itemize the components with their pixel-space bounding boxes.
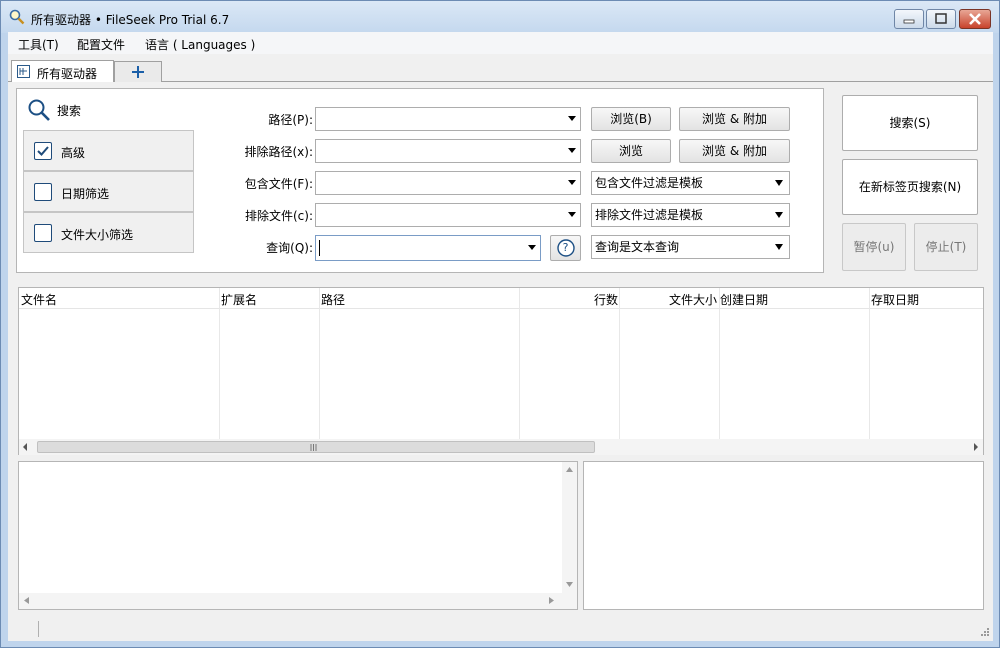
search-panel: 搜索 高级 日期筛选 文件大小筛选 路径(P): 排除路径(x): 包含文件(F… [16, 88, 824, 273]
col-path[interactable]: 路径 [321, 291, 345, 308]
browse-button[interactable]: 浏览 [591, 139, 671, 163]
chevron-down-icon[interactable] [528, 245, 536, 250]
date-filter-checkbox[interactable] [34, 183, 52, 201]
close-icon [969, 13, 981, 25]
side-search-label: 搜索 [57, 104, 82, 118]
exclude-path-label: 排除路径(x): [244, 145, 313, 159]
chevron-down-icon [775, 180, 783, 186]
minimize-icon [903, 19, 915, 24]
window-title: 所有驱动器 • FileSeek Pro Trial 6.7 [31, 13, 230, 27]
col-created[interactable]: 创建日期 [720, 291, 768, 308]
add-tab-button[interactable] [114, 61, 162, 82]
menu-profiles[interactable]: 配置文件 [77, 36, 125, 53]
search-button[interactable]: 搜索(S) [842, 95, 978, 151]
advanced-checkbox[interactable] [34, 142, 52, 160]
path-label: 路径(P): [268, 113, 313, 127]
col-filename[interactable]: 文件名 [21, 291, 57, 308]
grip-icon [310, 444, 317, 451]
results-header: 文件名 扩展名 路径 行数 文件大小 创建日期 存取日期 [19, 288, 983, 309]
vscrollbar[interactable] [562, 462, 577, 593]
exclude-files-label: 排除文件(c): [244, 209, 313, 223]
scroll-down-icon[interactable] [566, 582, 573, 587]
checkmark-icon [37, 146, 49, 156]
browse-add-button-2[interactable]: 浏览 & 附加 [679, 139, 790, 163]
hscrollbar[interactable] [19, 593, 577, 609]
exclude-mode-select[interactable]: 排除文件过滤是模板 [591, 203, 790, 227]
browse-b-button[interactable]: 浏览(B) [591, 107, 671, 131]
include-files-label: 包含文件(F): [244, 177, 313, 191]
title-bar[interactable]: 所有驱动器 • FileSeek Pro Trial 6.7 [1, 1, 999, 33]
preview-pane-right[interactable] [583, 461, 984, 610]
results-table[interactable]: 文件名 扩展名 路径 行数 文件大小 创建日期 存取日期 [18, 287, 984, 455]
drive-tab-icon [17, 65, 30, 78]
menu-bar: 工具(T) 配置文件 语言 ( Languages ) [8, 32, 993, 54]
maximize-icon [935, 13, 947, 24]
query-help-button[interactable]: ? [550, 235, 581, 261]
results-hscrollbar[interactable] [19, 439, 983, 455]
chevron-down-icon [775, 212, 783, 218]
close-button[interactable] [959, 9, 991, 29]
col-filesize[interactable]: 文件大小 [669, 291, 717, 308]
chevron-down-icon[interactable] [568, 212, 576, 217]
exclude-files-input[interactable] [315, 203, 581, 227]
scroll-left-icon[interactable] [24, 597, 29, 604]
tab-all-drives[interactable]: 所有驱动器 [11, 60, 114, 82]
search-icon [28, 99, 50, 121]
column-divider [619, 288, 620, 439]
menu-tools[interactable]: 工具(T) [18, 36, 59, 53]
tab-strip: 所有驱动器 [8, 56, 993, 82]
resize-grip-icon[interactable] [978, 627, 990, 639]
browse-add-button-1[interactable]: 浏览 & 附加 [679, 107, 790, 131]
chevron-down-icon[interactable] [568, 116, 576, 121]
help-label: ? [562, 241, 569, 254]
col-extension[interactable]: 扩展名 [221, 291, 257, 308]
magnifier-icon [9, 9, 25, 25]
size-filter-checkbox[interactable] [34, 224, 52, 242]
chevron-down-icon[interactable] [568, 180, 576, 185]
chevron-down-icon[interactable] [568, 148, 576, 153]
stop-button[interactable]: 停止(T) [914, 223, 978, 271]
side-tab-date-filter[interactable]: 日期筛选 [23, 171, 194, 212]
column-divider [219, 288, 220, 439]
scroll-right-icon[interactable] [973, 443, 979, 451]
menu-languages[interactable]: 语言 ( Languages ) [145, 36, 255, 53]
column-divider [719, 288, 720, 439]
side-tab-size-filter[interactable]: 文件大小筛选 [23, 212, 194, 253]
tab-label: 所有驱动器 [37, 67, 98, 81]
app-window: 所有驱动器 • FileSeek Pro Trial 6.7 工具(T) 配置文… [0, 0, 1000, 648]
side-tab-advanced[interactable]: 高级 [23, 130, 194, 171]
column-divider [519, 288, 520, 439]
maximize-button[interactable] [926, 9, 956, 29]
column-divider [869, 288, 870, 439]
column-divider [319, 288, 320, 439]
status-bar [8, 617, 993, 641]
exclude-path-input[interactable] [315, 139, 581, 163]
query-mode-select[interactable]: 查询是文本查询 [591, 235, 790, 259]
advanced-label: 高级 [61, 146, 86, 160]
chevron-down-icon [775, 244, 783, 250]
search-new-tab-button[interactable]: 在新标签页搜索(N) [842, 159, 978, 215]
scroll-up-icon[interactable] [566, 467, 573, 472]
col-lines[interactable]: 行数 [594, 291, 618, 308]
date-filter-label: 日期筛选 [61, 187, 110, 201]
col-accessed[interactable]: 存取日期 [871, 291, 919, 308]
size-filter-label: 文件大小筛选 [61, 228, 134, 242]
minimize-button[interactable] [894, 9, 924, 29]
query-input[interactable] [315, 235, 541, 261]
query-label: 查询(Q): [266, 241, 313, 255]
pause-button[interactable]: 暂停(u) [842, 223, 906, 271]
path-input[interactable] [315, 107, 581, 131]
plus-icon [132, 66, 144, 78]
include-mode-select[interactable]: 包含文件过滤是模板 [591, 171, 790, 195]
status-divider [38, 621, 39, 637]
preview-pane-left[interactable] [18, 461, 578, 610]
include-files-input[interactable] [315, 171, 581, 195]
client-area: 工具(T) 配置文件 语言 ( Languages ) 所有驱动器 搜索 高级 … [8, 32, 993, 641]
side-tab-search[interactable]: 搜索 [17, 89, 195, 130]
scroll-right-icon[interactable] [549, 597, 554, 604]
scroll-left-icon[interactable] [22, 443, 28, 451]
scroll-thumb[interactable] [37, 441, 595, 453]
